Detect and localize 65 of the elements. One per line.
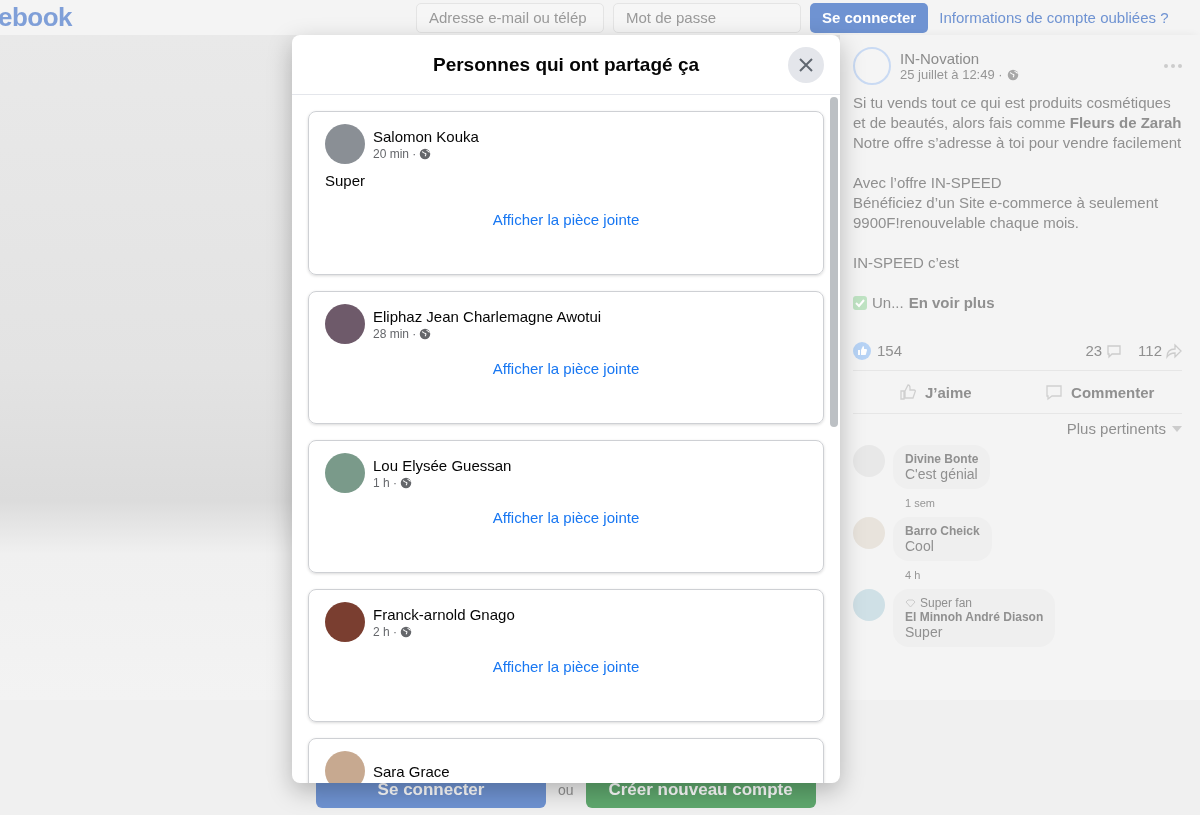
forgot-account-link[interactable]: Informations de compte oubliées ? xyxy=(939,9,1169,26)
attachment-link[interactable]: Afficher la pièce jointe xyxy=(492,211,640,228)
email-field[interactable]: Adresse e-mail ou télép xyxy=(416,2,604,33)
close-button[interactable] xyxy=(788,47,824,83)
password-field[interactable]: Mot de passe xyxy=(613,2,801,33)
more-icon[interactable] xyxy=(1164,64,1182,68)
globe-icon xyxy=(419,147,432,160)
post-text: Si tu vends tout ce qui est produits cosmétiques et de beautés, alors fais comme Fleurs de Zarah xyxy=(853,93,1182,133)
comment-icon xyxy=(1106,342,1123,359)
like-button[interactable]: J’aime xyxy=(853,371,1018,413)
post-text: Avec l’offre IN-SPEED xyxy=(853,173,1003,193)
page-avatar[interactable] xyxy=(853,47,891,85)
share-message: Super xyxy=(325,172,367,189)
user-name[interactable]: Eliphaz Jean Charlemagne Awotui xyxy=(373,307,602,325)
share-icon xyxy=(1166,342,1182,359)
globe-icon xyxy=(400,476,412,489)
share-count[interactable]: 112 xyxy=(1138,342,1162,359)
share-time[interactable]: 20 min · xyxy=(373,146,417,161)
thumbs-up-icon xyxy=(898,383,917,401)
share-time[interactable]: 1 h · xyxy=(373,475,397,490)
post-text: Notre offre s’adresse à toi pour vendre facilement xyxy=(853,133,1182,153)
comment-button[interactable]: Commenter xyxy=(1017,371,1182,413)
separator-text: ou xyxy=(558,781,574,800)
fan-label: Super fan xyxy=(920,596,973,610)
attachment-link[interactable]: Afficher la pièce jointe xyxy=(492,360,640,377)
globe-icon xyxy=(419,327,432,340)
login-button[interactable]: Se connecter xyxy=(810,2,929,33)
commenter-name[interactable]: Barro Cheick xyxy=(905,524,980,538)
reaction-count[interactable]: 154 xyxy=(877,342,903,359)
globe-icon xyxy=(400,625,412,638)
user-name[interactable]: Salomon Kouka xyxy=(373,127,479,145)
see-more-link[interactable]: En voir plus xyxy=(908,293,995,313)
commenter-name[interactable]: Divine Bonte xyxy=(905,452,979,466)
like-icon xyxy=(853,341,871,360)
commenter-avatar[interactable] xyxy=(853,517,885,549)
commenter-name[interactable]: El Minnoh André Diason xyxy=(905,610,1044,624)
user-avatar[interactable] xyxy=(325,304,365,344)
diamond-icon xyxy=(905,598,916,608)
post-text: Bénéficiez d’un Site e-commerce à seulement 9900F!renouvelable chaque mois. xyxy=(853,193,1160,233)
comment-count[interactable]: 23 xyxy=(1085,342,1103,359)
attachment-link[interactable]: Afficher la pièce jointe xyxy=(492,509,640,526)
close-icon xyxy=(798,57,814,73)
post-date[interactable]: 25 juillet à 12:49 · xyxy=(900,67,1003,82)
comment-text: Cool xyxy=(905,538,935,554)
user-name[interactable]: Lou Elysée Guessan xyxy=(373,456,512,474)
author-name[interactable]: IN-Novation xyxy=(900,50,1155,67)
comment-icon xyxy=(1045,383,1064,401)
dialog-title: Personnes qui ont partagé ça xyxy=(432,53,700,76)
sort-dropdown[interactable]: Plus pertinents xyxy=(1066,420,1182,437)
post-text: Un... xyxy=(872,293,904,313)
caret-icon xyxy=(1172,425,1182,432)
globe-icon xyxy=(1006,68,1019,81)
share-time[interactable]: 28 min · xyxy=(373,326,417,341)
comment-time[interactable]: 1 sem xyxy=(905,497,935,509)
user-name[interactable]: Franck-arnold Gnago xyxy=(373,605,515,623)
share-time[interactable]: 2 h · xyxy=(373,624,397,639)
scrollbar-thumb[interactable] xyxy=(830,97,838,427)
post-text: IN-SPEED c’est xyxy=(853,253,960,273)
checkmark-icon xyxy=(853,296,867,310)
attachment-link[interactable]: Afficher la pièce jointe xyxy=(492,658,640,675)
comment-text: C'est génial xyxy=(905,466,979,482)
comment-time[interactable]: 4 h xyxy=(905,569,921,581)
commenter-avatar[interactable] xyxy=(853,589,885,621)
comment-text: Super xyxy=(905,624,944,640)
user-avatar[interactable] xyxy=(325,602,365,642)
